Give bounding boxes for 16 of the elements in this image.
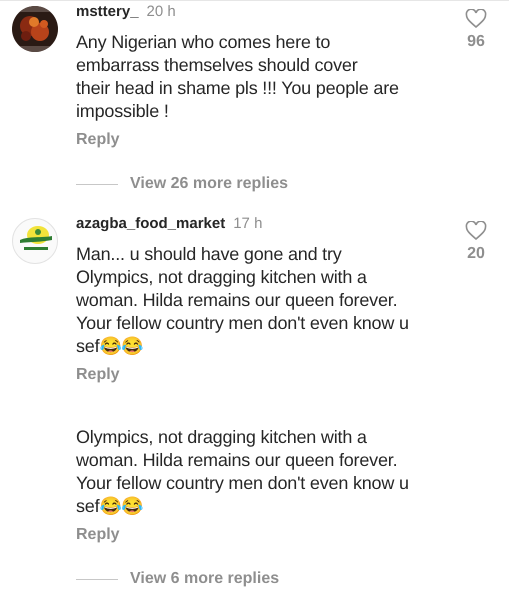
- like-count: 20: [467, 245, 485, 263]
- username[interactable]: msttery_: [76, 3, 139, 20]
- comment-text: Any Nigerian who comes here to embarrass themselves should cover their head in shame pls !!! You people are impossible !: [76, 31, 400, 123]
- comment-time: 20 h: [146, 3, 176, 20]
- reply-link[interactable]: Reply: [76, 526, 120, 544]
- comment-text: Olympics, not dragging kitchen with a woman. Hilda remains our queen forever. Your fellow country men don't even know u sef😂😂: [76, 426, 410, 518]
- heart-icon[interactable]: [465, 9, 487, 29]
- view-replies-link[interactable]: View 26 more replies: [130, 175, 288, 193]
- reply-link[interactable]: Reply: [76, 366, 120, 384]
- comment-text: Man... u should have gone and try Olympics, not dragging kitchen with a woman. Hilda remains our queen forever. Your fellow country men don't even know u sef😂😂: [76, 243, 410, 358]
- view-replies-link[interactable]: View 6 more replies: [130, 570, 280, 588]
- like-count: 96: [467, 33, 485, 51]
- comment-time: 17 h: [233, 215, 262, 232]
- reply-link[interactable]: Reply: [76, 131, 120, 149]
- username[interactable]: azagba_food_market: [76, 215, 226, 232]
- heart-icon[interactable]: [465, 221, 487, 241]
